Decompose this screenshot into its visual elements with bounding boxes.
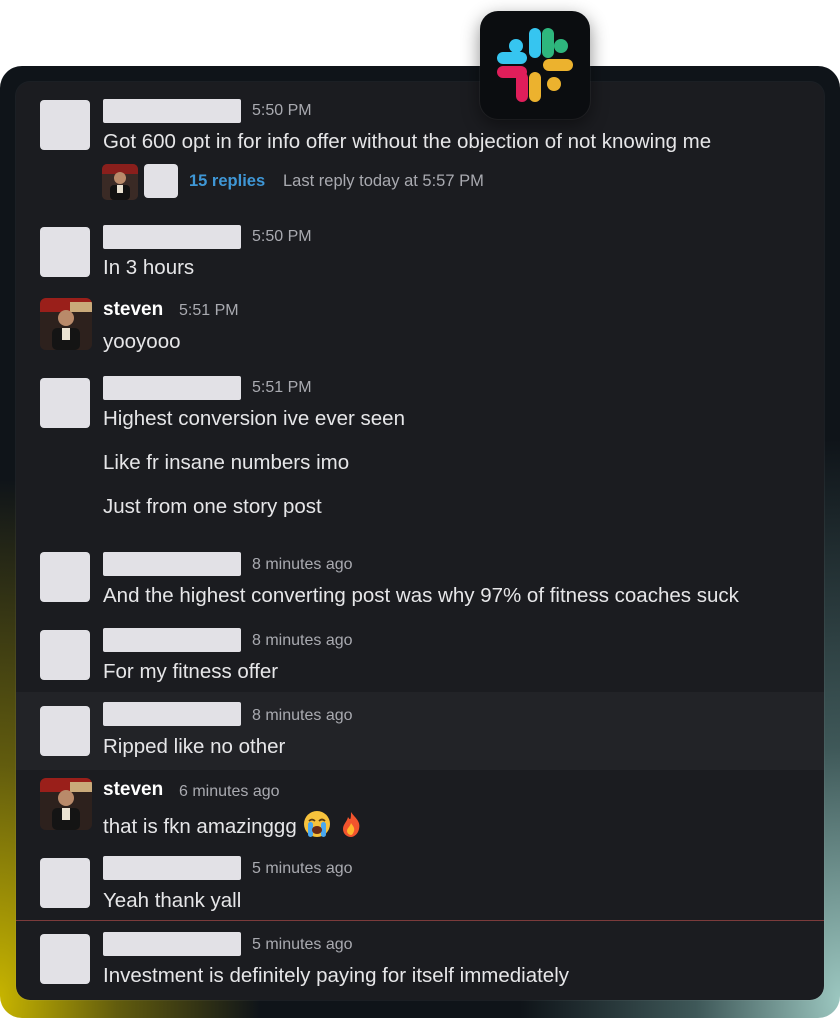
message-item: 5 minutes ago Yeah thank yall <box>16 848 824 920</box>
loudly-crying-face-icon <box>303 810 331 845</box>
message-item: 5 minutes ago Investment is definitely p… <box>16 924 824 1000</box>
thread-last-reply: Last reply today at 5:57 PM <box>283 172 484 190</box>
message-text: Highest conversion ive ever seen <box>103 407 405 430</box>
message-timestamp[interactable]: 8 minutes ago <box>252 631 353 651</box>
message-text: Yeah thank yall <box>103 889 242 912</box>
author-name-redacted[interactable] <box>103 628 241 652</box>
avatar-redacted[interactable] <box>40 100 90 150</box>
message-timestamp[interactable]: 5:51 PM <box>179 301 239 321</box>
message-item-hovered: 8 minutes ago Ripped like no other <box>16 692 824 770</box>
message-timestamp[interactable]: 5:50 PM <box>252 101 312 121</box>
author-name-redacted[interactable] <box>103 376 241 400</box>
message-list: 5:50 PM Got 600 opt in for info offer wi… <box>16 82 824 1000</box>
message-text: that is fkn amazinggg <box>103 810 365 845</box>
avatar-redacted[interactable] <box>40 227 90 277</box>
message-timestamp[interactable]: 5 minutes ago <box>252 935 353 955</box>
message-item: 5:50 PM Got 600 opt in for info offer wi… <box>16 82 824 232</box>
message-text: For my fitness offer <box>103 660 279 683</box>
avatar-redacted[interactable] <box>40 706 90 756</box>
replier-avatar <box>102 164 138 200</box>
message-timestamp[interactable]: 8 minutes ago <box>252 706 353 726</box>
message-timestamp[interactable]: 5 minutes ago <box>252 859 353 879</box>
author-name-redacted[interactable] <box>103 932 241 956</box>
message-text: In 3 hours <box>103 256 195 279</box>
replier-avatar-redacted <box>144 164 178 198</box>
new-messages-divider <box>16 920 824 921</box>
avatar-steven[interactable] <box>40 298 92 350</box>
app-logo-tile <box>480 11 590 119</box>
message-item: 8 minutes ago For my fitness offer <box>16 620 824 692</box>
message-text-content: that is fkn amazinggg <box>103 815 297 838</box>
author-name-redacted[interactable] <box>103 99 241 123</box>
thread-summary[interactable]: 15 replies Last reply today at 5:57 PM <box>102 164 522 200</box>
thread-replies-link[interactable]: 15 replies <box>189 170 265 192</box>
message-item: 5:50 PM In 3 hours <box>16 217 824 297</box>
message-text: Got 600 opt in for info offer without th… <box>103 130 712 153</box>
message-text: Investment is definitely paying for itse… <box>103 964 570 987</box>
message-item: steven 5:51 PM yooyooo <box>16 294 824 374</box>
author-name-redacted[interactable] <box>103 225 241 249</box>
author-name-redacted[interactable] <box>103 856 241 880</box>
message-text: And the highest converting post was why … <box>103 584 739 607</box>
message-item: 8 minutes ago And the highest converting… <box>16 544 824 620</box>
avatar-redacted[interactable] <box>40 378 90 428</box>
message-text: Like fr insane numbers imo <box>103 451 350 474</box>
avatar-redacted[interactable] <box>40 934 90 984</box>
avatar-redacted[interactable] <box>40 630 90 680</box>
author-name-redacted[interactable] <box>103 552 241 576</box>
message-timestamp[interactable]: 5:50 PM <box>252 227 312 247</box>
author-name[interactable]: steven <box>103 299 163 321</box>
avatar-redacted[interactable] <box>40 552 90 602</box>
fire-icon <box>337 810 365 845</box>
message-item: steven 6 minutes ago that is fkn amazing… <box>16 770 824 850</box>
author-name-redacted[interactable] <box>103 702 241 726</box>
message-text: Ripped like no other <box>103 735 286 758</box>
message-timestamp[interactable]: 5:51 PM <box>252 378 312 398</box>
avatar-redacted[interactable] <box>40 858 90 908</box>
avatar-steven[interactable] <box>40 778 92 830</box>
message-item: 5:51 PM Highest conversion ive ever seen… <box>16 368 824 528</box>
message-timestamp[interactable]: 8 minutes ago <box>252 555 353 575</box>
message-text: yooyooo <box>103 330 181 353</box>
message-text: Just from one story post <box>103 495 322 518</box>
message-timestamp[interactable]: 6 minutes ago <box>179 782 280 802</box>
author-name[interactable]: steven <box>103 779 163 801</box>
